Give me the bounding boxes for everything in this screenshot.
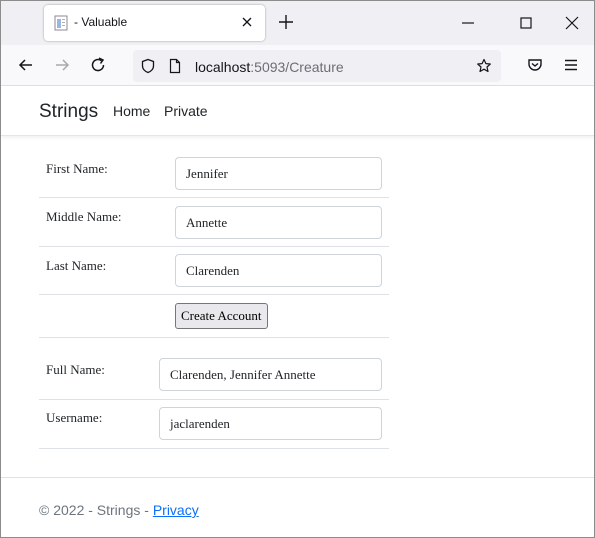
full-name-row: Full Name: Clarenden, Jennifer Annette [39,338,389,400]
last-name-label: Last Name: [46,258,107,273]
create-account-button[interactable]: Create Account [175,303,268,329]
reload-icon[interactable] [89,56,107,74]
middle-name-label: Middle Name: [46,209,122,224]
first-name-label: First Name: [46,161,108,176]
site-header: Strings Home Private [1,86,594,136]
menu-icon[interactable] [562,56,580,74]
pocket-icon[interactable] [526,56,544,74]
nav-home-link[interactable]: Home [113,103,150,119]
back-icon[interactable] [17,56,35,74]
middle-name-input[interactable]: Annette [175,206,382,239]
browser-tab[interactable]: - Valuable [44,5,265,41]
minimize-icon[interactable] [458,13,478,33]
tab-strip: - Valuable [1,1,594,45]
new-tab-icon[interactable] [277,13,295,31]
copyright-text: © 2022 - Strings - [39,502,153,518]
forward-icon[interactable] [53,56,71,74]
site-brand[interactable]: Strings [39,101,98,123]
username-row: Username: jaclarenden [39,400,389,449]
close-tab-icon[interactable] [239,14,255,30]
last-name-input[interactable]: Clarenden [175,254,382,287]
url-bar[interactable]: localhost:5093/Creature [133,50,501,82]
site-footer: © 2022 - Strings - Privacy [1,477,594,537]
web-page: Strings Home Private First Name: Jennife… [1,86,594,537]
privacy-link[interactable]: Privacy [153,502,199,518]
url-path: :5093/Creature [250,59,344,75]
full-name-output[interactable]: Clarenden, Jennifer Annette [159,358,382,391]
url-host: localhost [195,59,251,75]
username-output[interactable]: jaclarenden [159,407,382,440]
url-text: localhost:5093/Creature [195,59,344,75]
last-name-row: Last Name: Clarenden [39,247,389,295]
footer-text: © 2022 - Strings - Privacy [39,502,199,518]
navigation-toolbar: localhost:5093/Creature [1,45,594,86]
first-name-input[interactable]: Jennifer [175,157,382,190]
page-info-icon[interactable] [167,58,183,74]
shield-icon[interactable] [140,58,156,74]
browser-window: - Valuable localhost:5093/Creature Strin… [0,0,595,538]
maximize-icon[interactable] [516,13,536,33]
tab-title: - Valuable [74,15,128,29]
first-name-row: First Name: Jennifer [39,149,389,198]
account-form: First Name: Jennifer Middle Name: Annett… [39,149,389,449]
username-label: Username: [46,410,103,425]
create-row: Create Account [39,295,389,338]
full-name-label: Full Name: [46,362,105,377]
bookmark-star-icon[interactable] [476,58,492,74]
middle-name-row: Middle Name: Annette [39,198,389,247]
close-window-icon[interactable] [562,13,582,33]
page-icon [54,15,68,31]
nav-private-link[interactable]: Private [164,103,208,119]
